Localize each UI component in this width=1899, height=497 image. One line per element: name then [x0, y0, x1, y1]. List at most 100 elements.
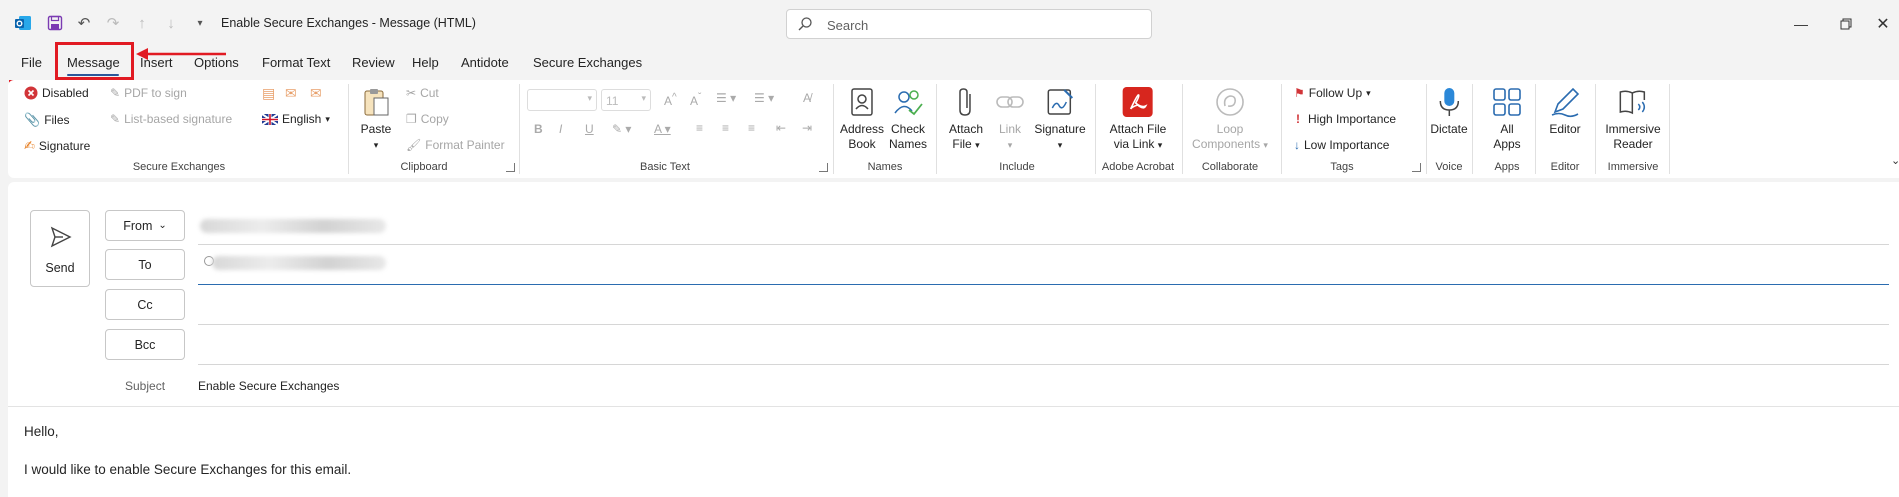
highlighter-icon[interactable]: ✎ ▾	[612, 122, 631, 136]
low-importance-button[interactable]: ↓ Low Importance	[1294, 138, 1389, 152]
customize-toolbar-icon[interactable]: ▾	[191, 14, 209, 32]
arrow-up-icon[interactable]: ↑	[133, 14, 151, 32]
to-label: To	[138, 257, 152, 272]
disabled-button[interactable]: Disabled	[24, 86, 89, 100]
document-icon: ▤	[262, 85, 276, 101]
save-icon[interactable]	[46, 14, 64, 32]
close-icon[interactable]: ✕	[1873, 14, 1893, 34]
annotation-arrow-icon	[136, 48, 226, 60]
language-dropdown[interactable]: English ▾	[262, 112, 330, 126]
from-label: From	[123, 218, 153, 233]
search-input[interactable]: Search	[786, 9, 1152, 39]
to-input[interactable]	[198, 248, 1889, 278]
divider	[1535, 84, 1536, 174]
minimize-icon[interactable]: —	[1791, 14, 1811, 34]
font-size-value: 11	[606, 94, 619, 108]
tab-antidote[interactable]: Antidote	[461, 55, 509, 70]
clear-formatting-icon[interactable]: A̸	[803, 91, 811, 105]
italic-icon[interactable]: I	[559, 122, 562, 136]
to-field-line	[198, 284, 1889, 285]
list-based-signature-button[interactable]: ✎ List-based signature	[110, 112, 232, 126]
high-importance-label: High Importance	[1308, 112, 1397, 126]
numbering-icon[interactable]: ☰ ▾	[754, 91, 774, 105]
attach-file-label-1: Attach	[948, 122, 984, 136]
underline-icon[interactable]: U	[585, 122, 594, 136]
bold-icon[interactable]: B	[534, 122, 543, 136]
bcc-input[interactable]	[198, 328, 1889, 358]
redo-icon[interactable]: ↷	[104, 14, 122, 32]
increase-indent-icon[interactable]: ⇥	[802, 121, 812, 135]
bullets-icon[interactable]: ☰ ▾	[716, 91, 736, 105]
window-title: Enable Secure Exchanges - Message (HTML)	[221, 16, 476, 30]
decrease-indent-icon[interactable]: ⇤	[776, 121, 786, 135]
bcc-button[interactable]: Bcc	[105, 329, 185, 360]
immersive-reader-button[interactable]: Immersive Reader	[1605, 86, 1661, 152]
cc-button[interactable]: Cc	[105, 289, 185, 320]
group-label-clipboard: Clipboard	[400, 161, 448, 173]
chevron-down-icon: ⌄	[158, 220, 167, 231]
paste-label: Paste	[360, 122, 392, 136]
highlight-message-tab	[55, 42, 134, 80]
address-book-button[interactable]: Address Book	[840, 86, 884, 152]
grow-font-icon[interactable]: A^	[664, 92, 677, 108]
pdf-to-sign-button[interactable]: ✎ PDF to sign	[110, 86, 187, 100]
message-body[interactable]: Hello, I would like to enable Secure Exc…	[8, 407, 1899, 497]
chevron-down-icon: ▾	[1007, 140, 1013, 150]
loop-components-button[interactable]: Loop Components ▾	[1192, 86, 1268, 153]
undo-icon[interactable]: ↶	[75, 14, 93, 32]
tab-help[interactable]: Help	[412, 55, 439, 70]
dialog-launcher-icon[interactable]	[1412, 163, 1421, 172]
from-button[interactable]: From ⌄	[105, 210, 185, 241]
align-center-icon[interactable]: ≡	[722, 121, 729, 135]
chevron-down-icon: ▾	[975, 140, 980, 150]
tab-secure-exchanges[interactable]: Secure Exchanges	[533, 55, 642, 70]
link-button[interactable]: Link ▾	[994, 86, 1026, 153]
cc-label: Cc	[137, 297, 153, 312]
chevron-down-icon: ▾	[587, 93, 592, 103]
cc-input[interactable]	[198, 288, 1889, 318]
copy-button[interactable]: ❐ Copy	[406, 112, 449, 126]
paste-button[interactable]: Paste ▾	[360, 86, 392, 153]
tab-file[interactable]: File	[21, 55, 42, 70]
font-color-icon[interactable]: A ▾	[654, 122, 671, 136]
all-apps-button[interactable]: All Apps	[1491, 86, 1523, 152]
to-button[interactable]: To	[105, 249, 185, 280]
follow-up-button[interactable]: ⚑ Follow Up ▾	[1294, 86, 1371, 100]
cc-field-line	[198, 324, 1889, 325]
editor-button[interactable]: Editor	[1549, 86, 1581, 137]
search-placeholder: Search	[827, 18, 869, 33]
check-names-button[interactable]: Check Names	[889, 86, 927, 152]
chevron-down-icon: ▾	[325, 113, 330, 124]
chevron-down-icon: ▾	[1057, 140, 1063, 150]
tab-review[interactable]: Review	[352, 55, 395, 70]
align-left-icon[interactable]: ≡	[696, 121, 703, 135]
format-painter-button[interactable]: 🖌 Format Painter	[406, 138, 505, 152]
files-label: Files	[44, 113, 70, 127]
subject-input[interactable]: Enable Secure Exchanges	[198, 379, 339, 393]
dialog-launcher-icon[interactable]	[819, 163, 828, 172]
bcc-label: Bcc	[134, 337, 156, 352]
restore-icon[interactable]	[1836, 14, 1856, 34]
font-size-dropdown[interactable]: 11 ▾	[601, 89, 651, 111]
ribbon-expand-chevron-icon[interactable]: ⌄	[1891, 154, 1899, 167]
shrink-font-icon[interactable]: Aˇ	[690, 92, 701, 108]
arrow-down-icon[interactable]: ↓	[162, 14, 180, 32]
align-right-icon[interactable]: ≡	[748, 121, 755, 135]
cut-button[interactable]: ✂ Cut	[406, 86, 439, 100]
format-painter-label: Format Painter	[425, 138, 505, 152]
files-button[interactable]: 📎 Files	[24, 112, 70, 128]
compose-pane: Send From ⌄ To Cc Bcc Subject Enable Sec…	[8, 182, 1899, 497]
send-button[interactable]: Send	[30, 210, 90, 287]
exclamation-icon: !	[1296, 112, 1300, 126]
high-importance-button[interactable]: ! High Importance	[1296, 112, 1396, 126]
attach-file-button[interactable]: Attach File ▾	[949, 86, 983, 153]
dictate-button[interactable]: Dictate	[1430, 86, 1468, 137]
font-name-dropdown[interactable]: ▾	[527, 89, 597, 111]
dialog-launcher-icon[interactable]	[506, 163, 515, 172]
signature-insert-button[interactable]: Signature ▾	[1034, 86, 1086, 153]
attach-via-link-button[interactable]: Attach File via Link ▾	[1110, 86, 1166, 153]
tab-format-text[interactable]: Format Text	[262, 55, 330, 70]
from-field-line	[198, 244, 1889, 245]
link-icon	[996, 96, 1024, 108]
signature-button[interactable]: ✍ Signature	[24, 138, 90, 154]
